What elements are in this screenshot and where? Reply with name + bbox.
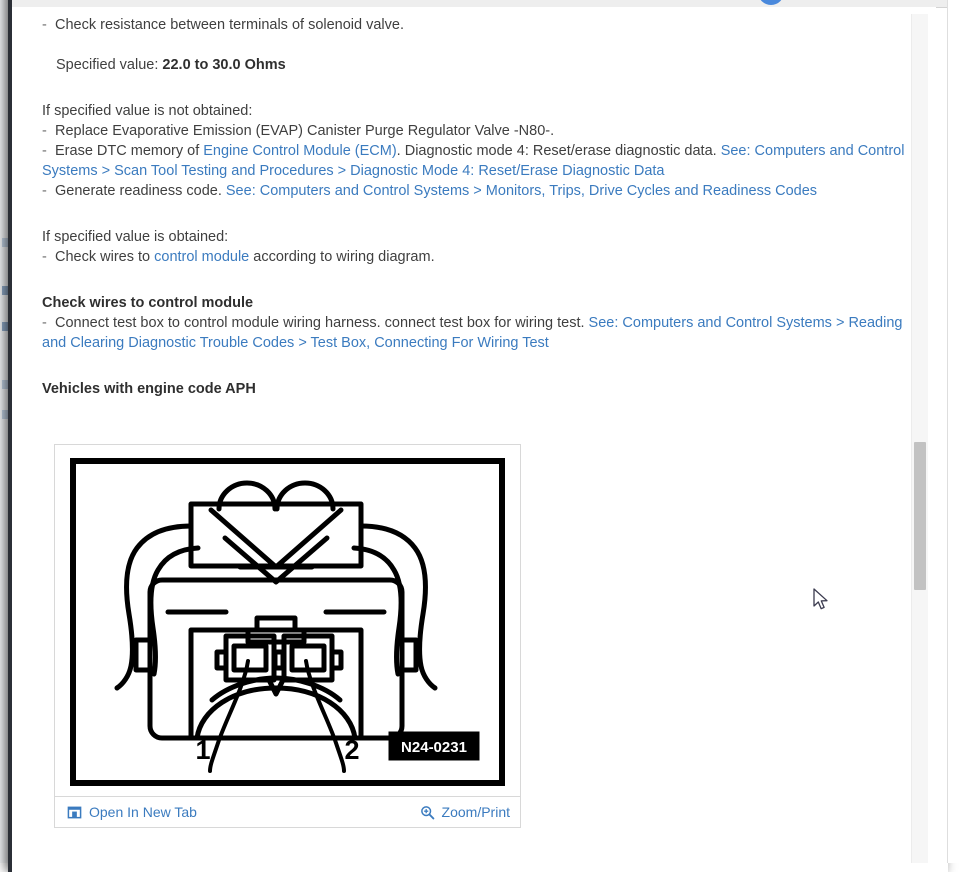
magnifier-plus-icon — [420, 805, 435, 820]
zoom-print-label: Zoom/Print — [441, 804, 510, 820]
heading-engine-code-text: Vehicles with engine code APH — [42, 381, 256, 397]
test-box-prefix: Connect test box to control module wirin… — [55, 315, 589, 331]
erase-dtc-prefix: Erase DTC memory of — [55, 143, 204, 159]
bullet-dash-icon: - — [42, 183, 47, 199]
bullet-dash-icon: - — [42, 123, 47, 139]
figure-code-text: N24-0231 — [401, 739, 467, 756]
bullet-dash-icon: - — [42, 315, 47, 331]
check-wires-suffix: according to wiring diagram. — [249, 249, 435, 265]
bullet-check-wires: - Check wires to control module according… — [42, 247, 920, 267]
bullet-generate-readiness: - Generate readiness code. See: Computers… — [42, 181, 920, 201]
readiness-prefix: Generate readiness code. — [55, 183, 226, 199]
heading-check-wires-text: Check wires to control module — [42, 295, 254, 311]
vertical-scrollbar-track[interactable] — [911, 14, 928, 863]
specified-value-value: 22.0 to 30.0 Ohms — [162, 57, 286, 73]
specified-value-label: Specified value: — [56, 57, 159, 73]
bullet-connect-test-box: - Connect test box to control module wiri… — [42, 313, 920, 353]
link-engine-control-module[interactable]: Engine Control Module (ECM) — [203, 143, 396, 159]
bullet-replace-valve: - Replace Evaporative Emission (EVAP) Can… — [42, 121, 920, 141]
pin-label-2: 2 — [344, 735, 359, 765]
open-in-new-tab-button[interactable]: Open In New Tab — [67, 804, 197, 820]
pin-label-1: 1 — [195, 735, 210, 765]
specified-value-line: Specified value: 22.0 to 30.0 Ohms — [42, 55, 920, 75]
heading-not-obtained-text: If specified value is not obtained: — [42, 103, 253, 119]
vertical-scrollbar-thumb[interactable] — [914, 442, 926, 590]
window-right-margin — [947, 0, 965, 863]
heading-obtained-text: If specified value is obtained: — [42, 229, 229, 245]
bullet-erase-dtc: - Erase DTC memory of Engine Control Modu… — [42, 141, 920, 181]
figure-card: 1 2 N24-0231 Open In New Tab Zoom/Print — [54, 444, 521, 828]
bullet-check-resistance: - Check resistance between terminals of s… — [42, 15, 920, 35]
bullet-dash-icon: - — [42, 249, 47, 265]
figure-image-area[interactable]: 1 2 N24-0231 — [55, 445, 520, 796]
open-in-new-tab-label: Open In New Tab — [89, 804, 197, 820]
document-content: - Check resistance between terminals of s… — [42, 15, 920, 399]
figure-code-badge: N24-0231 — [388, 731, 480, 761]
heading-not-obtained: If specified value is not obtained: — [42, 101, 920, 121]
connector-diagram: 1 2 N24-0231 — [62, 452, 513, 792]
zoom-print-button[interactable]: Zoom/Print — [420, 804, 510, 820]
heading-check-wires-to-control-module: Check wires to control module — [42, 293, 920, 313]
external-link-icon — [67, 805, 82, 820]
document-scroll-surface[interactable]: - Check resistance between terminals of s… — [12, 7, 936, 863]
link-monitors-trips-readiness[interactable]: See: Computers and Control Systems > Mon… — [226, 183, 817, 199]
bullet-check-resistance-text: Check resistance between terminals of so… — [55, 17, 404, 33]
heading-engine-code-aph: Vehicles with engine code APH — [42, 379, 920, 399]
bullet-dash-icon: - — [42, 143, 47, 159]
figure-toolbar: Open In New Tab Zoom/Print — [55, 796, 520, 827]
erase-dtc-middle: . Diagnostic mode 4: Reset/erase diagnos… — [396, 143, 721, 159]
bullet-dash-icon: - — [42, 17, 47, 33]
link-control-module[interactable]: control module — [154, 249, 249, 265]
heading-obtained: If specified value is obtained: — [42, 227, 920, 247]
check-wires-prefix: Check wires to — [55, 249, 155, 265]
bullet-replace-valve-text: Replace Evaporative Emission (EVAP) Cani… — [55, 123, 555, 139]
